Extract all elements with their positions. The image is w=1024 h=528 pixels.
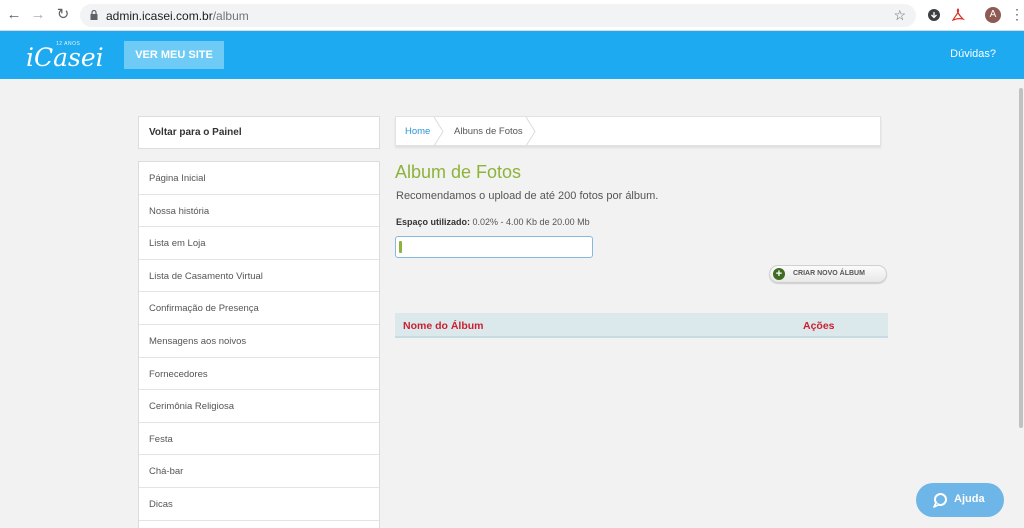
help-link[interactable]: Dúvidas? xyxy=(950,48,996,60)
column-header-album-name: Nome do Álbum xyxy=(403,320,484,332)
view-my-site-button[interactable]: VER MEU SITE xyxy=(124,41,224,69)
sidebar-item-lista-em-loja[interactable]: Lista em Loja xyxy=(139,227,379,260)
back-to-panel-label: Voltar para o Painel xyxy=(149,127,242,138)
breadcrumb-current: Albuns de Fotos xyxy=(454,126,523,137)
sidebar-item-dicas[interactable]: Dicas xyxy=(139,488,379,521)
sidebar-item-label: Lista de Casamento Virtual xyxy=(149,270,263,282)
album-table-header: Nome do Álbum Ações xyxy=(395,313,888,338)
sidebar-menu: Página Inicial Nossa história Lista em L… xyxy=(138,161,380,528)
page-scrollbar-thumb[interactable] xyxy=(1019,88,1023,428)
storage-progress-bar xyxy=(395,236,593,258)
logo-wordmark: iCasei xyxy=(26,43,104,72)
sidebar-item-label: Lista em Loja xyxy=(149,238,206,250)
breadcrumb-separator-icon xyxy=(434,117,444,146)
browser-toolbar: ← → ↻ admin.icasei.com.br/album ☆ A ⋮ xyxy=(0,0,1024,31)
sidebar-item-label: Mensagens aos noivos xyxy=(149,335,247,347)
url-text: admin.icasei.com.br/album xyxy=(106,9,249,23)
sidebar-item-label: Cerimônia Religiosa xyxy=(149,401,235,413)
sidebar-item-fornecedores[interactable]: Fornecedores xyxy=(139,358,379,391)
url-host: admin.icasei.com.br xyxy=(106,9,213,23)
breadcrumb-separator-icon xyxy=(526,117,536,146)
sidebar-item-confirmacao[interactable]: Confirmação de Presença xyxy=(139,292,379,325)
sidebar-item-nossa-historia[interactable]: Nossa história xyxy=(139,195,379,228)
sidebar-item-lista-virtual[interactable]: Lista de Casamento Virtual xyxy=(139,260,379,293)
lock-icon xyxy=(90,10,98,20)
storage-usage-text: Espaço utilizado: 0.02% - 4.00 Kb de 20.… xyxy=(396,217,590,227)
breadcrumb: Home Albuns de Fotos xyxy=(395,116,881,146)
sidebar-item-label: Dicas xyxy=(149,498,173,510)
create-album-label: CRIAR NOVO ÁLBUM xyxy=(793,270,865,277)
forward-icon[interactable]: → xyxy=(30,7,46,23)
sidebar-item-label: Nossa história xyxy=(149,205,210,217)
address-bar[interactable]: admin.icasei.com.br/album ☆ xyxy=(80,4,916,27)
page-subtitle: Recomendamos o upload de até 200 fotos p… xyxy=(396,190,659,202)
help-chat-label: Ajuda xyxy=(954,493,985,505)
site-header: 12 ANOS iCasei VER MEU SITE Dúvidas? xyxy=(0,31,1024,79)
sidebar-item-label: Festa xyxy=(149,433,173,445)
help-chat-button[interactable]: Ajuda xyxy=(916,483,1004,517)
icasei-logo[interactable]: 12 ANOS iCasei xyxy=(24,37,104,72)
back-to-panel-link[interactable]: Voltar para o Painel xyxy=(138,116,380,149)
url-path: /album xyxy=(212,9,249,23)
plus-icon: + xyxy=(773,268,785,280)
chat-bubble-icon xyxy=(933,493,947,508)
back-icon[interactable]: ← xyxy=(6,7,22,23)
profile-avatar[interactable]: A xyxy=(985,7,1001,23)
storage-usage-value: 0.02% - 4.00 Kb de 20.00 Mb xyxy=(470,217,590,227)
sidebar-item-cha-bar[interactable]: Chá-bar xyxy=(139,455,379,488)
extension-icon[interactable] xyxy=(926,7,942,23)
pdf-icon[interactable] xyxy=(950,7,966,23)
column-header-actions: Ações xyxy=(803,320,835,332)
sidebar-item-mensagens[interactable]: Mensagens aos noivos xyxy=(139,325,379,358)
sidebar-item-label: Página Inicial xyxy=(149,173,206,184)
sidebar-item-pagina-inicial[interactable]: Página Inicial xyxy=(139,162,379,195)
breadcrumb-home[interactable]: Home xyxy=(405,126,430,137)
storage-usage-label: Espaço utilizado: xyxy=(396,217,471,227)
menu-icon[interactable]: ⋮ xyxy=(1010,6,1024,22)
create-album-button[interactable]: + CRIAR NOVO ÁLBUM xyxy=(769,265,887,283)
sidebar-item-label: Confirmação de Presença xyxy=(149,303,259,315)
star-icon[interactable]: ☆ xyxy=(893,7,906,24)
storage-progress-fill xyxy=(399,241,402,253)
sidebar-item-label: Fornecedores xyxy=(149,368,208,380)
page-title: Album de Fotos xyxy=(395,162,522,182)
sidebar-item-festa[interactable]: Festa xyxy=(139,423,379,456)
reload-icon[interactable]: ↻ xyxy=(55,7,71,23)
sidebar-item-cerimonia[interactable]: Cerimônia Religiosa xyxy=(139,390,379,423)
sidebar-item-label: Chá-bar xyxy=(149,466,184,478)
